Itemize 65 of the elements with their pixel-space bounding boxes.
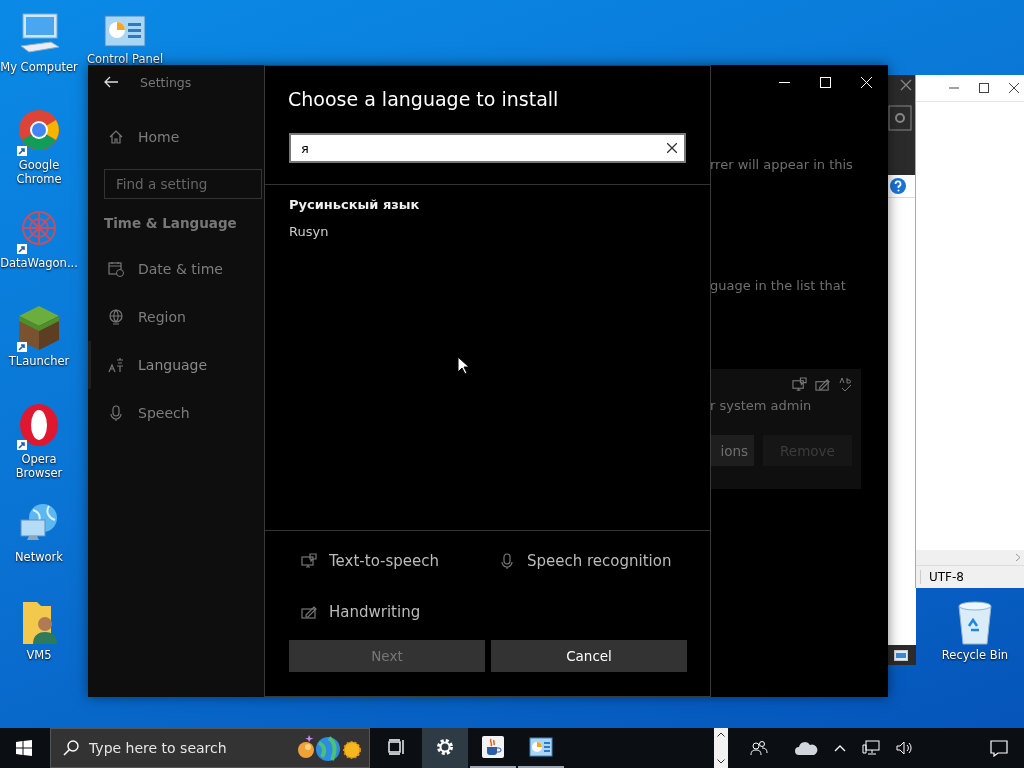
toolbar-button-icon[interactable] <box>888 105 912 131</box>
chevron-up-icon[interactable] <box>834 744 846 752</box>
globe-icon <box>108 309 124 325</box>
nav-item[interactable]: Home <box>88 113 264 161</box>
help-icon[interactable] <box>890 178 906 194</box>
taskbar-scroll-bar[interactable] <box>714 728 728 768</box>
message-icon <box>990 739 1008 757</box>
spellcheck-icon <box>838 377 853 392</box>
desktop-icon[interactable]: Recycle Bin <box>936 600 1014 682</box>
windows-logo-icon <box>16 740 32 756</box>
nav-item[interactable]: Speech <box>88 389 264 437</box>
description-text: rrer will appear in this <box>710 157 854 172</box>
desktop-icon[interactable]: Google Chrome <box>0 108 78 190</box>
taskbar-app-button[interactable] <box>422 728 468 768</box>
window-title: Settings <box>140 74 192 90</box>
search-field[interactable]: я <box>289 133 686 163</box>
taskbar-search-field[interactable]: Type here to search <box>50 728 370 768</box>
dialog-button[interactable]: Cancel <box>491 640 687 672</box>
nav-item[interactable]: Date & time <box>88 245 264 293</box>
microphone-icon <box>499 553 515 570</box>
desktop-icon[interactable]: Network <box>0 500 78 582</box>
image-icon[interactable] <box>894 649 908 661</box>
volume-icon[interactable] <box>896 740 914 756</box>
clear-icon[interactable] <box>667 143 677 153</box>
maximize-icon[interactable] <box>979 83 989 93</box>
close-icon[interactable] <box>1009 83 1019 93</box>
speech-bubble-monitor-icon <box>301 553 317 570</box>
cloud-icon[interactable] <box>794 740 818 756</box>
description-text: guage in the list that <box>710 278 847 293</box>
language-icon <box>108 357 124 373</box>
task-view-icon <box>388 739 406 755</box>
home-icon <box>108 129 124 145</box>
planets-drawing <box>297 733 363 763</box>
feature-label: Speech recognition <box>527 552 672 571</box>
speech-bubble-monitor-icon <box>792 377 807 392</box>
coffee-cup-icon <box>481 735 505 759</box>
chart-window-icon <box>103 14 147 50</box>
language-result[interactable]: Русиньскый язык Rusyn <box>289 197 420 239</box>
search-icon <box>63 740 79 756</box>
desktop-icon[interactable]: VM5 <box>0 598 78 680</box>
scroll-up-icon[interactable] <box>717 732 725 737</box>
back-arrow-icon[interactable] <box>104 76 118 88</box>
people-icon[interactable] <box>750 740 768 756</box>
scroll-down-icon[interactable] <box>717 759 725 764</box>
section-heading: Time & Language <box>104 215 238 231</box>
network-icon[interactable] <box>862 740 880 756</box>
calendar-icon <box>108 261 124 277</box>
feature-label: Handwriting <box>329 602 421 621</box>
settings-icon <box>435 737 455 757</box>
search-field[interactable]: Find a setting <box>104 169 262 199</box>
pen-pad-icon <box>815 377 830 392</box>
card-button[interactable]: ions <box>710 435 754 466</box>
dialog-title: Choose a language to install <box>288 88 560 112</box>
card-text: r system admin <box>710 398 813 413</box>
desktop-icon[interactable]: TLauncher <box>0 304 78 386</box>
nav-item[interactable]: Region <box>88 293 264 341</box>
desktop-icon[interactable]: Control Panel <box>86 14 164 66</box>
desktop-icon[interactable]: My Computer <box>0 10 78 92</box>
feature-label: Text-to-speech <box>329 552 440 571</box>
encoding-status: UTF-8 <box>920 570 964 584</box>
chart-window-icon <box>529 737 553 757</box>
desktop-icon[interactable]: DataWagon... <box>0 206 78 288</box>
microphone-icon <box>108 405 124 421</box>
cursor-icon <box>457 356 469 375</box>
desktop-icon[interactable]: Opera Browser <box>0 402 78 484</box>
